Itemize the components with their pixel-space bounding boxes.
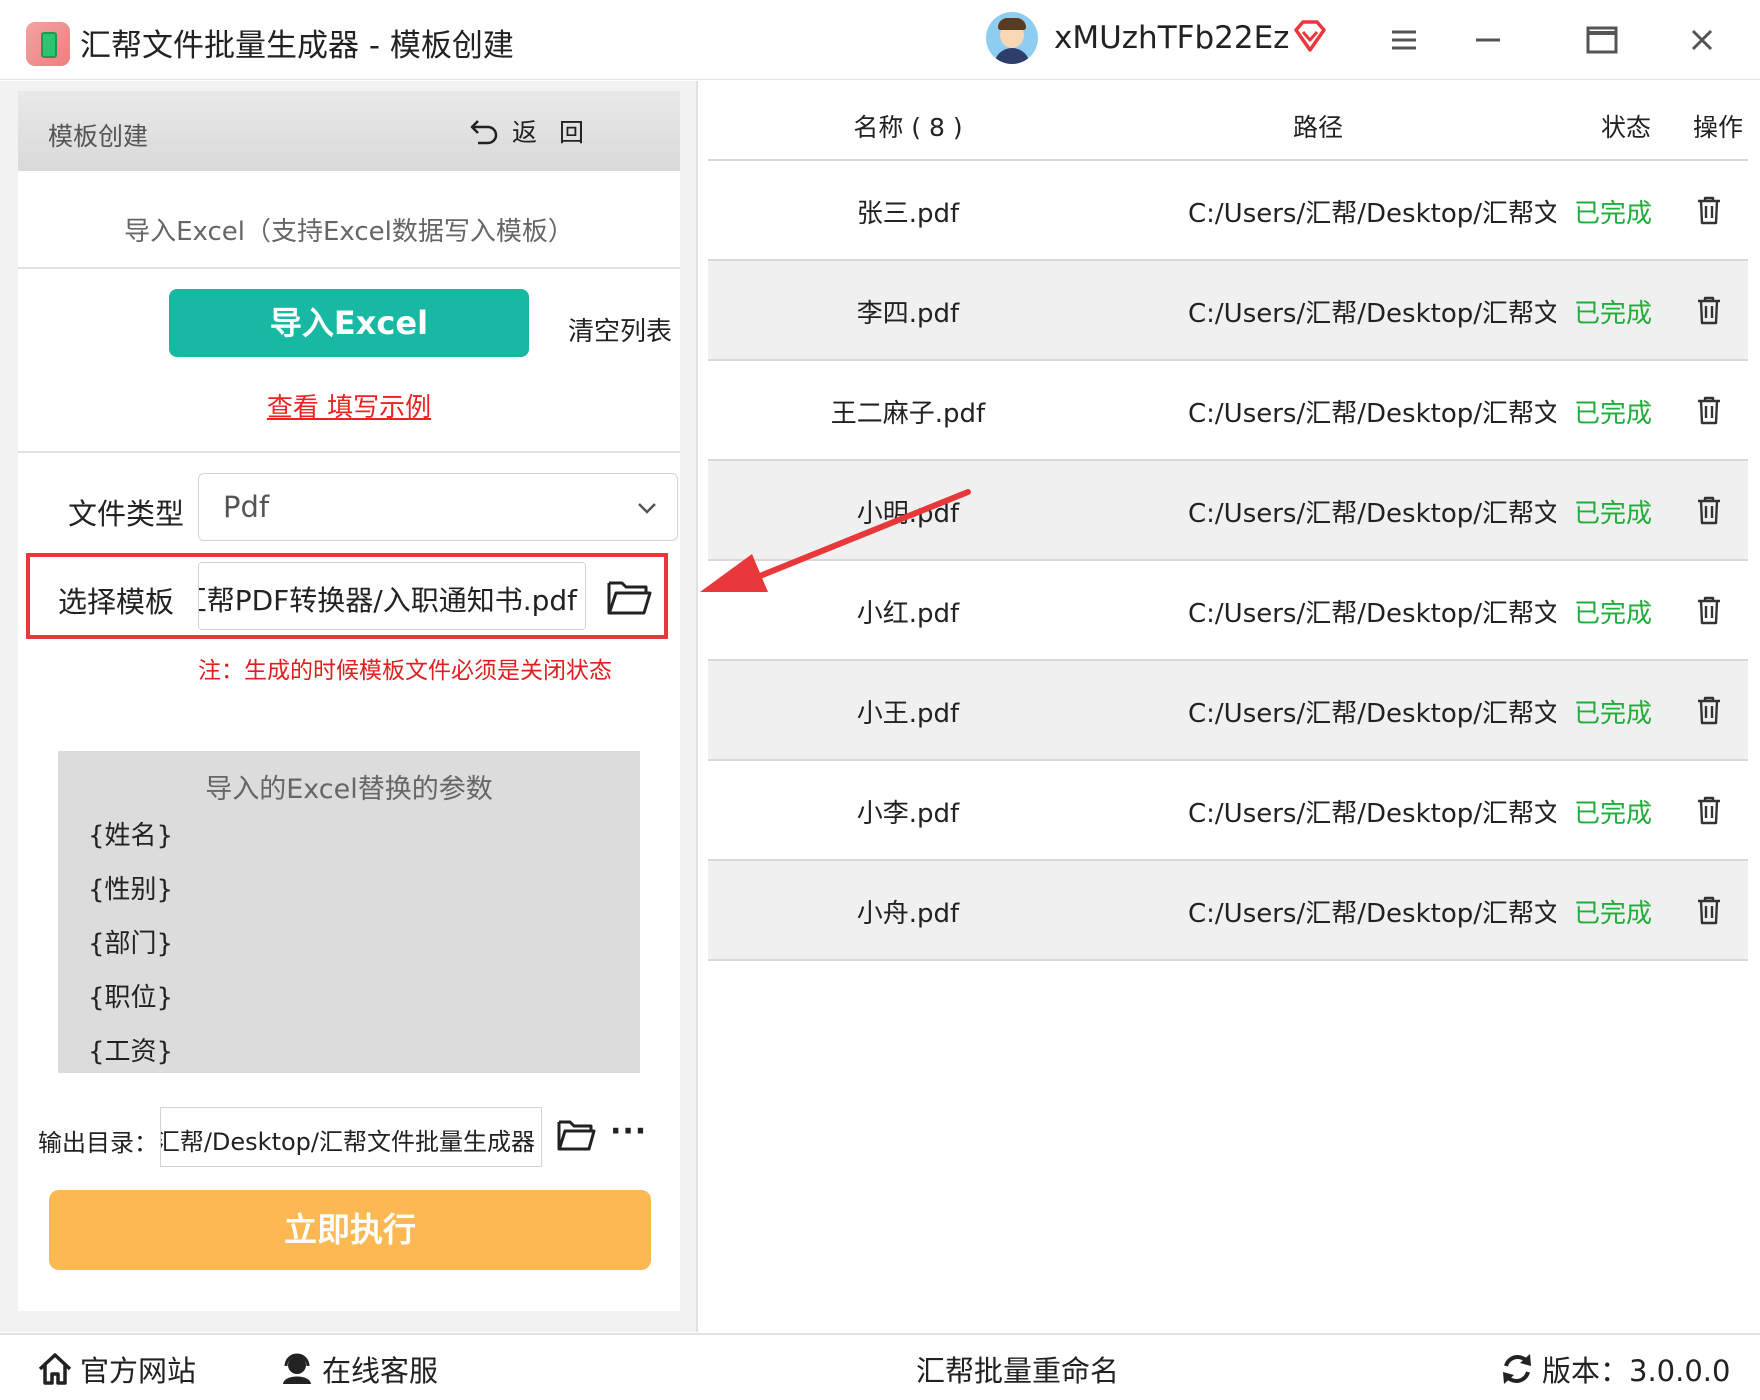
trash-icon[interactable] (1692, 793, 1726, 827)
annotation-arrow (700, 489, 971, 592)
file-type-value: Pdf (223, 490, 270, 524)
status-badge: 已完成 (1574, 799, 1653, 829)
template-settings-card: 模板创建 返回 导入Excel（支持Excel数据写入模板） 导入Excel 清… (18, 91, 680, 1311)
vip-diamond-icon[interactable] (1292, 18, 1328, 54)
template-label: 选择模板 (58, 585, 175, 619)
minimize-icon[interactable] (1470, 22, 1506, 58)
param-item: {部门} (88, 929, 174, 959)
left-panel: 模板创建 返回 导入Excel（支持Excel数据写入模板） 导入Excel 清… (0, 81, 698, 1332)
output-dir-value: 汇帮/Desktop/汇帮文件批量生成器 (160, 1128, 535, 1156)
table-row[interactable]: 小王.pdf C:/Users/汇帮/Desktop/汇帮文件 已完成 (708, 661, 1748, 761)
file-name: 小李.pdf (856, 799, 960, 829)
output-dir-label: 输出目录： (38, 1129, 158, 1157)
folder-open-icon[interactable] (606, 575, 652, 617)
file-type-label: 文件类型 (68, 497, 185, 531)
param-item: {性别} (88, 875, 174, 905)
file-path: C:/Users/汇帮/Desktop/汇帮文件 (1188, 199, 1556, 229)
username[interactable]: xMUzhTFb22Ez (1054, 20, 1289, 56)
file-name: 李四.pdf (856, 299, 960, 329)
import-excel-button[interactable]: 导入Excel (169, 289, 529, 357)
divider (18, 267, 680, 269)
trash-icon[interactable] (1692, 593, 1726, 627)
clear-list-button[interactable]: 清空列表 (568, 311, 672, 348)
file-type-select[interactable]: Pdf (198, 473, 678, 541)
trash-icon[interactable] (1692, 693, 1726, 727)
version-label: 版本：3.0.0.0 (1542, 1354, 1731, 1388)
status-badge: 已完成 (1574, 399, 1653, 429)
more-options-button[interactable]: ··· (610, 1117, 647, 1147)
table-row[interactable]: 王二麻子.pdf C:/Users/汇帮/Desktop/汇帮文件 已完成 (708, 361, 1748, 461)
trash-icon[interactable] (1692, 293, 1726, 327)
status-badge: 已完成 (1574, 599, 1653, 629)
file-path: C:/Users/汇帮/Desktop/汇帮文件 (1188, 299, 1556, 329)
file-path: C:/Users/汇帮/Desktop/汇帮文件 (1188, 799, 1556, 829)
table-row[interactable]: 小李.pdf C:/Users/汇帮/Desktop/汇帮文件 已完成 (708, 761, 1748, 861)
import-note: 导入Excel（支持Excel数据写入模板） (124, 217, 574, 247)
status-badge: 已完成 (1574, 499, 1653, 529)
table-row[interactable]: 李四.pdf C:/Users/汇帮/Desktop/汇帮文件 已完成 (708, 261, 1748, 361)
menu-icon[interactable] (1386, 22, 1422, 58)
column-header-status: 状态 (1600, 113, 1651, 142)
column-header-path: 路径 (1292, 113, 1343, 142)
template-path-input[interactable]: 汇帮PDF转换器/入职通知书.pdf (198, 562, 586, 630)
batch-rename-label: 汇帮批量重命名 (916, 1354, 1120, 1388)
user-avatar[interactable] (986, 12, 1038, 64)
output-dir-input[interactable]: 汇帮/Desktop/汇帮文件批量生成器 (160, 1107, 542, 1167)
trash-icon[interactable] (1692, 493, 1726, 527)
official-website-label: 官方网站 (80, 1354, 197, 1388)
file-name: 王二麻子.pdf (830, 399, 986, 429)
close-icon[interactable] (1684, 22, 1720, 58)
file-path: C:/Users/汇帮/Desktop/汇帮文件 (1188, 899, 1556, 929)
status-badge: 已完成 (1574, 699, 1653, 729)
param-item: {职位} (88, 983, 174, 1013)
window-title: 汇帮文件批量生成器 - 模板创建 (80, 28, 514, 64)
file-path: C:/Users/汇帮/Desktop/汇帮文件 (1188, 399, 1556, 429)
chevron-down-icon (638, 503, 656, 514)
table-row[interactable]: 小舟.pdf C:/Users/汇帮/Desktop/汇帮文件 已完成 (708, 861, 1748, 961)
file-path: C:/Users/汇帮/Desktop/汇帮文件 (1188, 699, 1556, 729)
maximize-icon[interactable] (1584, 22, 1620, 58)
file-path: C:/Users/汇帮/Desktop/汇帮文件 (1188, 499, 1556, 529)
back-arrow-icon (470, 120, 498, 145)
file-name: 张三.pdf (856, 199, 960, 229)
status-badge: 已完成 (1574, 899, 1653, 929)
divider (18, 451, 680, 453)
view-example-link[interactable]: 查看 填写示例 (18, 387, 680, 424)
batch-rename-link[interactable]: 汇帮批量重命名 (916, 1349, 1119, 1389)
panel-title: 模板创建 (48, 122, 149, 151)
app-logo (26, 22, 70, 66)
title-bar: 汇帮文件批量生成器 - 模板创建 xMUzhTFb22Ez (0, 0, 1760, 80)
support-agent-icon (283, 1353, 311, 1384)
panel-header: 模板创建 返回 (18, 91, 680, 171)
column-header-name: 名称 ( 8 ) (853, 113, 963, 142)
params-title: 导入的Excel替换的参数 (205, 774, 493, 805)
table-header: 名称 ( 8 ) 路径 状态 操作 (708, 90, 1748, 160)
back-label: 返回 (512, 118, 607, 147)
file-name: 小王.pdf (856, 699, 960, 729)
folder-open-icon[interactable] (556, 1115, 596, 1153)
trash-icon[interactable] (1692, 393, 1726, 427)
column-header-action: 操作 (1692, 113, 1743, 142)
params-list: 导入的Excel替换的参数 {姓名} {性别} {部门} {职位} {工资} (58, 751, 640, 1073)
refresh-icon (1503, 1354, 1531, 1384)
trash-icon[interactable] (1692, 893, 1726, 927)
status-badge: 已完成 (1574, 299, 1653, 329)
template-path-value: 汇帮PDF转换器/入职通知书.pdf (198, 584, 577, 617)
official-website-link[interactable]: 官方网站 (36, 1349, 196, 1389)
online-service-link[interactable]: 在线客服 (278, 1349, 438, 1389)
online-service-label: 在线客服 (322, 1354, 439, 1388)
run-now-button[interactable]: 立即执行 (49, 1190, 651, 1270)
status-bar: 官方网站 在线客服 汇帮批量重命名 版本：3.0.0.0 (0, 1333, 1760, 1400)
trash-icon[interactable] (1692, 193, 1726, 227)
table-row[interactable]: 张三.pdf C:/Users/汇帮/Desktop/汇帮文件 已完成 (708, 161, 1748, 261)
param-item: {工资} (88, 1037, 174, 1067)
version-info[interactable]: 版本：3.0.0.0 (1498, 1349, 1730, 1389)
home-icon (38, 1353, 72, 1385)
param-item: {姓名} (88, 821, 174, 851)
template-closed-note: 注：生成的时候模板文件必须是关闭状态 (198, 658, 612, 684)
file-path: C:/Users/汇帮/Desktop/汇帮文件 (1188, 599, 1556, 629)
back-button[interactable]: 返回 (468, 113, 606, 149)
file-name: 小舟.pdf (856, 899, 960, 929)
status-badge: 已完成 (1574, 199, 1653, 229)
